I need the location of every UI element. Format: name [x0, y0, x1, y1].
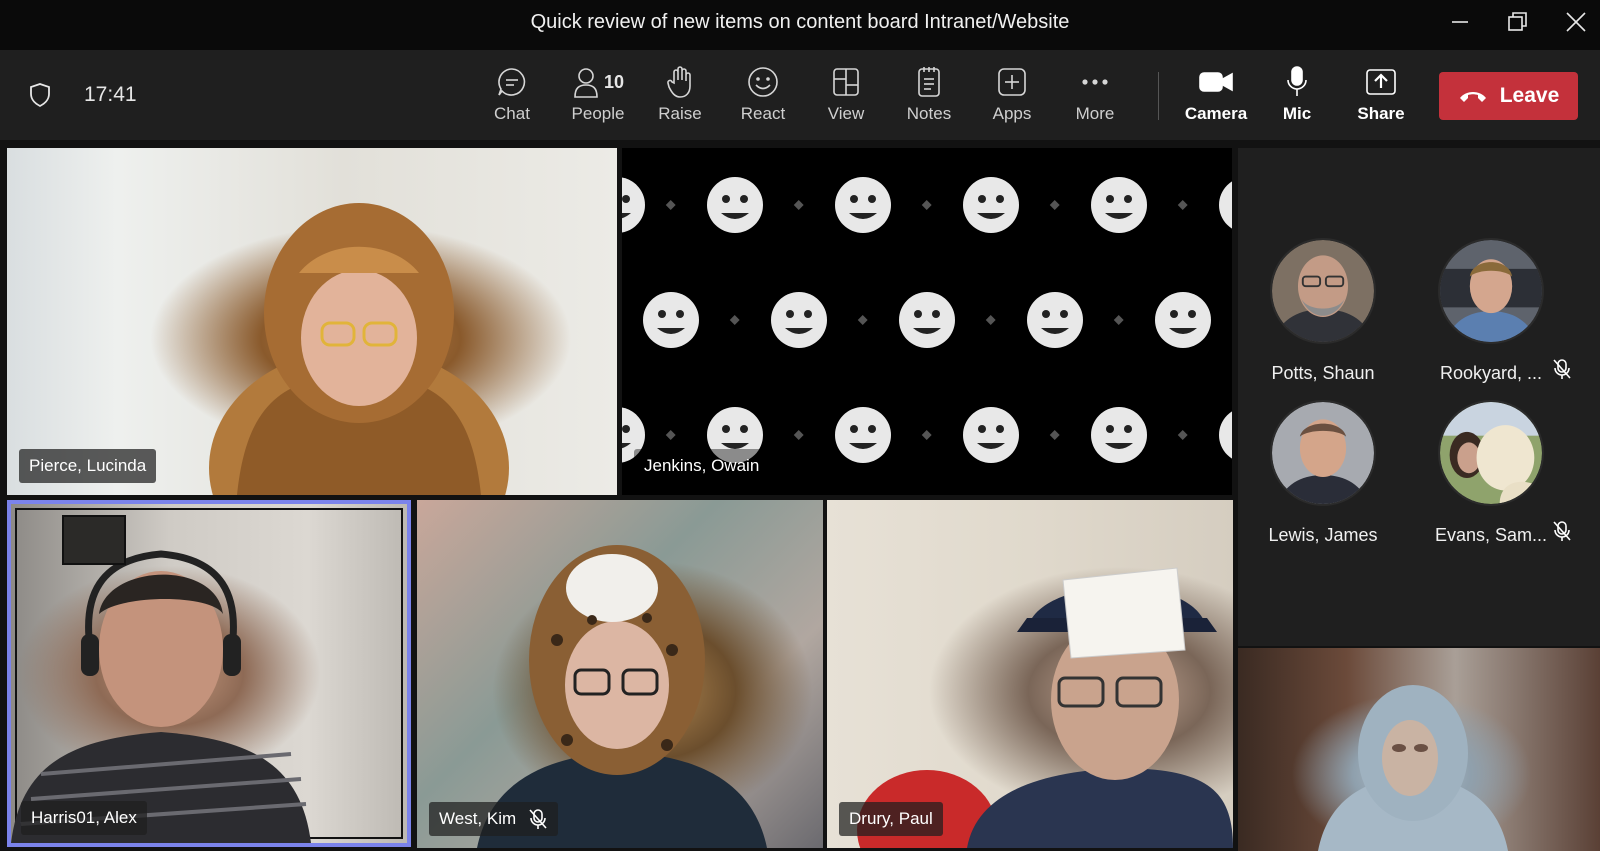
participant-roster-panel: Potts, Shaun Rookyard, ... Lewis, James — [1238, 148, 1600, 646]
raise-label: Raise — [658, 104, 702, 123]
participant-name: Jenkins, Owain — [644, 456, 760, 475]
view-label: View — [827, 104, 865, 123]
video-tile-kim[interactable]: West, Kim — [417, 500, 823, 848]
raise-hand-icon — [667, 66, 691, 98]
minimize-button[interactable] — [1431, 0, 1489, 44]
video-tile-lucinda[interactable]: Pierce, Lucinda — [7, 148, 617, 495]
meeting-toolbar: 17:41 Chat 10 People Raise React View No… — [0, 50, 1600, 140]
more-button[interactable]: More — [1057, 64, 1133, 130]
apps-label: Apps — [992, 104, 1032, 123]
participant-name: Potts, Shaun — [1271, 363, 1375, 383]
react-button[interactable]: React — [725, 64, 801, 130]
mic-muted-icon — [1552, 520, 1572, 547]
participant-video-kim — [477, 545, 767, 848]
participant-name-badge: West, Kim — [429, 802, 559, 836]
meeting-title: Quick review of new items on content boa… — [530, 11, 1070, 33]
share-button[interactable]: Share — [1343, 64, 1419, 130]
camera-icon — [1199, 72, 1233, 92]
apps-plus-icon — [998, 68, 1026, 96]
roster-participant[interactable]: Evans, Sam... — [1406, 400, 1576, 546]
teams-meeting-window: Quick review of new items on content boa… — [0, 0, 1600, 851]
view-button[interactable]: View — [808, 64, 884, 130]
video-tile-paul[interactable]: Drury, Paul — [827, 500, 1233, 848]
participant-name: Lewis, James — [1268, 525, 1378, 545]
participant-name-badge: Jenkins, Owain — [634, 449, 770, 483]
more-ellipsis-icon — [1082, 79, 1108, 85]
participant-avatar-pattern-owain — [622, 177, 1232, 463]
more-label: More — [1075, 104, 1115, 123]
roster-participant[interactable]: Potts, Shaun — [1238, 238, 1408, 384]
hang-up-phone-icon — [1459, 92, 1486, 102]
participant-video-alex — [11, 515, 311, 843]
people-label: People — [571, 104, 625, 123]
participant-name: Rookyard, ... — [1439, 363, 1543, 383]
participant-name: Evans, Sam... — [1434, 525, 1548, 545]
toolbar-divider — [1158, 72, 1159, 120]
meeting-timer: 17:41 — [84, 83, 137, 106]
participant-video-self — [1318, 685, 1508, 851]
video-tile-owain[interactable]: Jenkins, Owain — [622, 148, 1232, 495]
camera-label: Camera — [1184, 104, 1248, 123]
participant-name: Drury, Paul — [849, 809, 933, 828]
participant-name-badge: Drury, Paul — [839, 802, 943, 836]
notes-label: Notes — [906, 104, 952, 123]
people-button[interactable]: 10 People — [558, 64, 638, 130]
smiley-icon — [748, 67, 778, 97]
notes-button[interactable]: Notes — [891, 64, 967, 130]
roster-participant[interactable]: Rookyard, ... — [1406, 238, 1576, 384]
apps-button[interactable]: Apps — [974, 64, 1050, 130]
video-tile-self-preview[interactable] — [1238, 648, 1600, 851]
share-upload-icon — [1366, 69, 1396, 95]
participant-name: West, Kim — [439, 809, 517, 828]
react-label: React — [740, 104, 786, 123]
chat-label: Chat — [494, 104, 530, 123]
close-button[interactable] — [1547, 0, 1600, 44]
participant-video-paul — [857, 567, 1233, 848]
mic-muted-icon — [1552, 358, 1572, 385]
participant-name: Harris01, Alex — [31, 808, 137, 827]
view-layout-icon — [833, 68, 859, 96]
notes-icon — [918, 67, 940, 97]
participant-name: Pierce, Lucinda — [29, 456, 147, 475]
participant-name-badge: Pierce, Lucinda — [19, 449, 157, 483]
title-bar: Quick review of new items on content boa… — [0, 0, 1600, 50]
mic-button[interactable]: Mic — [1259, 64, 1335, 130]
participant-video-lucinda — [209, 203, 509, 495]
roster-participant[interactable]: Lewis, James — [1238, 400, 1408, 546]
camera-button[interactable]: Camera — [1175, 64, 1257, 130]
chat-button[interactable]: Chat — [474, 64, 550, 130]
video-tile-alex-active-speaker[interactable]: Harris01, Alex — [7, 500, 411, 847]
avatar — [1270, 400, 1376, 506]
chat-icon — [498, 68, 526, 96]
close-icon — [1566, 12, 1586, 32]
avatar — [1438, 400, 1544, 506]
people-count: 10 — [603, 71, 625, 92]
mic-label: Mic — [1282, 104, 1312, 123]
raise-hand-button[interactable]: Raise — [642, 64, 718, 130]
leave-button[interactable]: Leave — [1439, 72, 1578, 120]
avatar — [1438, 238, 1544, 344]
people-icon — [574, 68, 598, 98]
minimize-icon — [1452, 21, 1468, 23]
restore-icon — [1508, 12, 1527, 31]
avatar — [1270, 238, 1376, 344]
microphone-icon — [1287, 66, 1307, 96]
leave-label: Leave — [1499, 84, 1560, 107]
restore-button[interactable] — [1489, 0, 1547, 44]
shield-icon[interactable] — [28, 82, 52, 113]
mic-muted-icon — [528, 808, 548, 830]
share-label: Share — [1357, 104, 1405, 123]
participant-name-badge: Harris01, Alex — [21, 801, 147, 835]
